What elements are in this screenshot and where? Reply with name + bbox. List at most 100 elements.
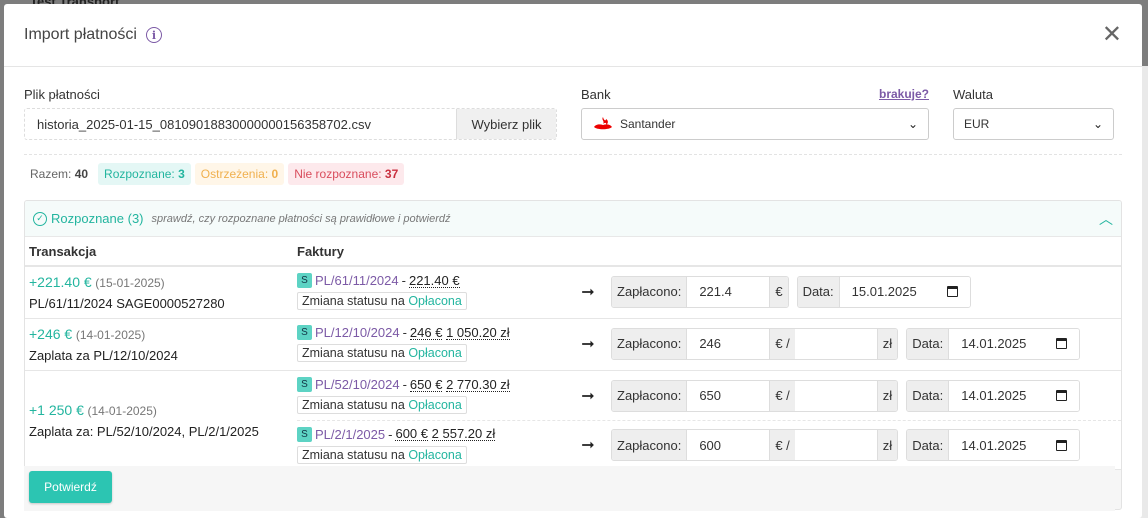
paid-amount-input[interactable]: 221.4	[687, 276, 770, 307]
invoice-value: 650 €	[409, 376, 443, 392]
invoice-info: S PL/52/10/2024-650 € 2 770.30 zł Zmiana s…	[297, 377, 565, 414]
arrow-right-icon: ➞	[581, 335, 595, 353]
table-row: +246 € (14-01-2025) Zaplata za PL/12/10/2…	[25, 319, 1121, 371]
invoice-value-pln: 1 050.20 zł	[446, 324, 510, 340]
payment-date-input[interactable]: 14.01.2025	[949, 328, 1080, 359]
calendar-icon[interactable]	[946, 286, 958, 297]
paid-input-group: Zapłacono: 650 € / zł	[611, 379, 899, 412]
paid-amount-input[interactable]: 650	[687, 380, 770, 411]
unrecognized-badge[interactable]: Nie rozpoznane: 37	[288, 163, 405, 185]
invoice-value: 246 €	[409, 324, 443, 340]
recognized-section-header[interactable]: ✓ Rozpoznane (3) sprawdź, czy rozpoznane…	[25, 201, 1121, 237]
status-value: Opłacona	[408, 294, 462, 308]
paid-pln-input[interactable]	[794, 380, 877, 411]
status-change: Zmiana statusu na Opłacona	[297, 344, 467, 362]
payment-date-input[interactable]: 14.01.2025	[949, 430, 1080, 460]
santander-logo-icon	[594, 117, 612, 130]
file-picker[interactable]: historia_2025-01-15_08109018830000000156…	[24, 108, 557, 140]
transaction-date: (14-01-2025)	[75, 328, 146, 342]
pln-addon: zł	[876, 328, 898, 359]
invoice-value: 600 €	[395, 426, 429, 441]
paid-label: Zapłacono:	[612, 328, 688, 359]
unrecognized-label: Nie rozpoznane:	[294, 167, 382, 181]
invoice-value: 221.40 €	[408, 272, 460, 288]
transaction-amount-line: +221.40 € (15-01-2025)	[29, 274, 293, 290]
invoice-number-link[interactable]: PL/2/1/2025	[315, 427, 385, 442]
status-change: Zmiana statusu na Opłacona	[297, 445, 467, 464]
transaction-date: (14-01-2025)	[87, 403, 157, 418]
payment-date-value: 14.01.2025	[961, 336, 1027, 351]
invoice-number-link[interactable]: PL/12/10/2024	[315, 325, 400, 340]
recognized-badge[interactable]: Rozpoznane: 3	[98, 163, 191, 185]
info-icon[interactable]: i	[145, 27, 162, 43]
payment-date-input[interactable]: 14.01.2025	[949, 380, 1080, 411]
warnings-badge[interactable]: Ostrzeżenia: 0	[194, 163, 285, 185]
invoice-line: S PL/12/10/2024-246 € 1 050.20 zł	[297, 325, 565, 340]
currency-select[interactable]: EUR ⌄	[953, 108, 1114, 140]
calendar-icon[interactable]	[1056, 439, 1068, 451]
warnings-value: 0	[271, 167, 279, 181]
paid-pln-input[interactable]	[794, 430, 877, 460]
status-prefix: Zmiana statusu na	[302, 447, 405, 462]
calendar-icon[interactable]	[1056, 390, 1068, 401]
invoice-list: S PL/12/10/2024-246 € 1 050.20 zł Zmiana s…	[297, 319, 1121, 370]
invoice-line: S PL/61/11/2024-221.40 €	[297, 273, 565, 288]
invoice-type-badge: S	[297, 273, 312, 288]
status-change: Zmiana statusu na Opłacona	[297, 396, 467, 414]
status-wrap: Zmiana statusu na Opłacona	[297, 392, 565, 414]
paid-pln-input[interactable]	[794, 328, 877, 359]
paid-label: Zapłacono:	[612, 380, 688, 411]
transaction-cell: +221.40 € (15-01-2025) PL/61/11/2024 SAGE…	[25, 267, 297, 318]
date-label: Data:	[907, 430, 950, 460]
file-label: Plik płatności	[24, 87, 100, 102]
modal-title: Import płatności	[24, 26, 137, 43]
status-wrap: Zmiana statusu na Opłacona	[297, 288, 565, 310]
invoice-list: S PL/61/11/2024-221.40 € Zmiana statusu na…	[297, 267, 1121, 318]
bank-select[interactable]: Santander ⌄	[581, 108, 929, 140]
status-change: Zmiana statusu na Opłacona	[297, 292, 467, 310]
invoice-info: S PL/2/1/2025-600 € 2 557.20 zł Zmiana sta…	[297, 426, 565, 464]
invoice-row: S PL/2/1/2025-600 € 2 557.20 zł Zmiana sta…	[297, 420, 1121, 469]
date-label: Data:	[797, 276, 840, 307]
separator: -	[402, 325, 407, 340]
paid-input-group: Zapłacono: 600 € / zł	[611, 429, 899, 461]
currency-field: Waluta EUR ⌄	[953, 87, 1114, 140]
transaction-date: (15-01-2025)	[95, 276, 165, 290]
total-badge: Razem: 40	[24, 163, 94, 185]
invoice-number-link[interactable]: PL/52/10/2024	[315, 377, 400, 392]
choose-file-button[interactable]: Wybierz plik	[456, 109, 556, 139]
paid-input-group: Zapłacono: 246 € / zł	[611, 327, 899, 360]
date-input-group: Data: 14.01.2025	[906, 327, 1081, 360]
total-label: Razem:	[30, 167, 72, 181]
confirm-button[interactable]: Potwierdź	[29, 471, 112, 503]
transaction-cell: +1 250 € (14-01-2025) Zaplata za: PL/52/1…	[25, 371, 297, 469]
separator: -	[388, 426, 393, 442]
transaction-amount: +246 €	[29, 326, 73, 342]
paid-amount-input[interactable]: 600	[687, 430, 770, 460]
arrow-right-icon: ➞	[581, 283, 595, 301]
table-row: +221.40 € (15-01-2025) PL/61/11/2024 SAGE…	[25, 267, 1121, 319]
close-icon[interactable]: ✕	[1102, 23, 1122, 47]
transaction-amount-line: +1 250 € (14-01-2025)	[29, 402, 293, 418]
date-label: Data:	[907, 328, 950, 359]
chevron-up-icon[interactable]: ︿	[1099, 209, 1113, 229]
payment-date-value: 15.01.2025	[851, 284, 917, 299]
invoice-type-badge: S	[297, 426, 312, 442]
payment-date-value: 14.01.2025	[961, 437, 1027, 453]
missing-bank-link[interactable]: brakuje?	[879, 87, 929, 102]
bank-label: Bank	[581, 87, 611, 102]
chevron-down-icon: ⌄	[907, 117, 918, 131]
date-input-group: Data: 14.01.2025	[906, 429, 1081, 461]
paid-label: Zapłacono:	[612, 430, 688, 460]
separator: -	[401, 273, 406, 288]
paid-amount-input[interactable]: 246	[687, 328, 770, 359]
currency-addon: € /	[769, 380, 795, 411]
invoice-number-link[interactable]: PL/61/11/2024	[315, 273, 399, 288]
column-transaction: Transakcja	[29, 243, 97, 259]
date-label: Data:	[907, 380, 950, 411]
check-circle-icon: ✓	[33, 211, 47, 226]
calendar-icon[interactable]	[1056, 338, 1068, 349]
payment-date-input[interactable]: 15.01.2025	[839, 276, 970, 307]
recognized-label: Rozpoznane:	[104, 167, 175, 181]
transaction-cell: +246 € (14-01-2025) Zaplata za PL/12/10/2…	[25, 319, 297, 370]
